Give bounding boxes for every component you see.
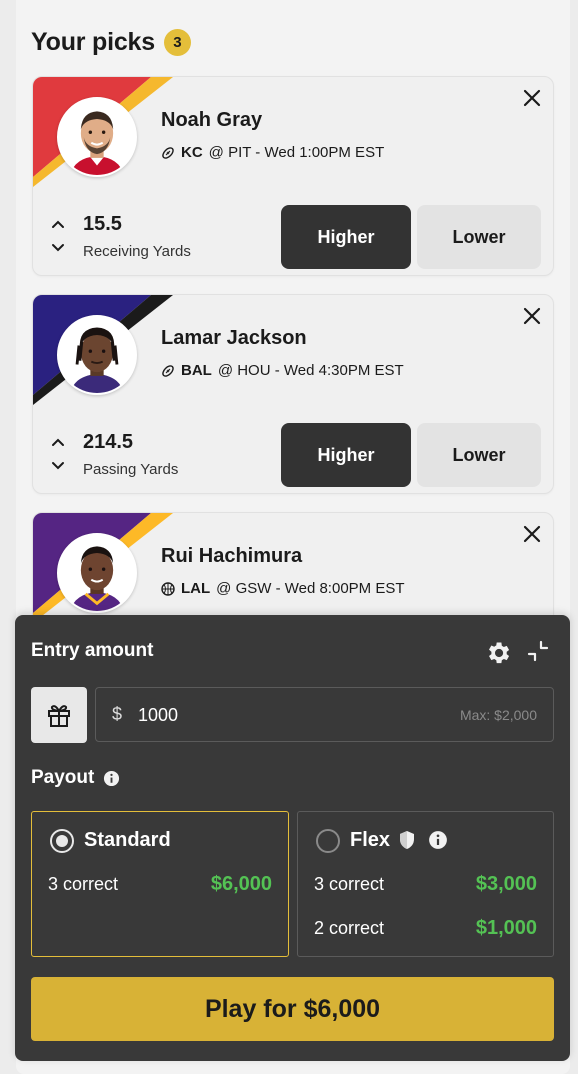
pick-card: Noah Gray KC @ PIT - Wed 1:00PM EST 15.5… [32, 76, 554, 276]
standard-option-name: Standard [84, 829, 171, 851]
close-icon[interactable] [521, 87, 543, 109]
player-avatar [57, 533, 137, 613]
game-info: KC @ PIT - Wed 1:00PM EST [161, 144, 384, 161]
football-icon [162, 146, 174, 159]
game-info: BAL @ HOU - Wed 4:30PM EST [161, 362, 404, 379]
close-icon[interactable] [521, 305, 543, 327]
standard-payout-option[interactable]: Standard 3 correct $6,000 [31, 811, 289, 957]
chevron-down-icon[interactable] [51, 243, 65, 253]
player-avatar [57, 315, 137, 395]
payout-row-label: 3 correct [314, 874, 385, 894]
stat-type: Receiving Yards [83, 243, 191, 260]
entry-amount-field[interactable]: $ Max: $2,000 [95, 687, 554, 742]
lower-button[interactable]: Lower [417, 205, 541, 269]
pick-card: Lamar Jackson BAL @ HOU - Wed 4:30PM EST… [32, 294, 554, 494]
football-icon [162, 364, 174, 377]
matchup-text: @ HOU - Wed 4:30PM EST [217, 362, 404, 379]
player-name: Lamar Jackson [161, 327, 307, 349]
payout-label: Payout [31, 767, 120, 789]
flex-option-name: Flex [350, 829, 391, 851]
team-abbr: BAL [181, 362, 212, 379]
entry-amount-title: Entry amount [31, 640, 154, 661]
game-info: LAL @ GSW - Wed 8:00PM EST [161, 580, 405, 597]
payout-row-value: $6,000 [210, 873, 272, 895]
higher-button[interactable]: Higher [281, 205, 411, 269]
basketball-icon [161, 581, 175, 596]
flex-radio[interactable] [316, 829, 340, 853]
stat-type: Passing Yards [83, 461, 179, 478]
gift-button[interactable] [31, 687, 87, 743]
shield-icon [400, 831, 414, 849]
entry-amount-input[interactable] [138, 698, 438, 732]
close-icon[interactable] [521, 523, 543, 545]
chevron-up-icon[interactable] [51, 437, 65, 447]
team-abbr: LAL [181, 580, 211, 597]
flex-icons [398, 830, 448, 850]
payout-row-value: $3,000 [475, 873, 537, 895]
page-title: Your picks [31, 28, 155, 56]
payout-row-value: $1,000 [475, 917, 537, 939]
projection-line: 15.5 [83, 213, 122, 235]
team-abbr: KC [181, 144, 203, 161]
collapse-icon[interactable] [527, 640, 549, 662]
chevron-down-icon[interactable] [51, 461, 65, 471]
info-icon[interactable] [428, 830, 448, 850]
payout-row-label: 2 correct [314, 918, 385, 938]
gear-icon[interactable] [484, 639, 512, 667]
max-entry-hint: Max: $2,000 [459, 707, 537, 723]
payout-label-text: Payout [31, 767, 95, 788]
higher-button[interactable]: Higher [281, 423, 411, 487]
player-name: Rui Hachimura [161, 545, 303, 567]
picks-count-badge: 3 [163, 29, 191, 56]
projection-line: 214.5 [83, 431, 134, 453]
chevron-up-icon[interactable] [51, 219, 65, 229]
gift-icon [48, 705, 70, 727]
player-name: Noah Gray [161, 109, 263, 131]
player-avatar [57, 97, 137, 177]
picks-header: Your picks 3 [31, 28, 191, 57]
payout-row-label: 3 correct [48, 874, 119, 894]
standard-radio[interactable] [50, 829, 74, 853]
flex-payout-option[interactable]: Flex 3 correct $3,000 2 correct $1,000 [297, 811, 554, 957]
lower-button[interactable]: Lower [417, 423, 541, 487]
play-button[interactable]: Play for $6,000 [31, 977, 554, 1041]
entry-sheet: Entry amount $ Max: $2,000 Payout Standa… [15, 615, 570, 1061]
matchup-text: @ PIT - Wed 1:00PM EST [208, 144, 385, 161]
currency-symbol: $ [112, 704, 123, 724]
info-icon[interactable] [103, 770, 120, 787]
matchup-text: @ GSW - Wed 8:00PM EST [216, 580, 405, 597]
